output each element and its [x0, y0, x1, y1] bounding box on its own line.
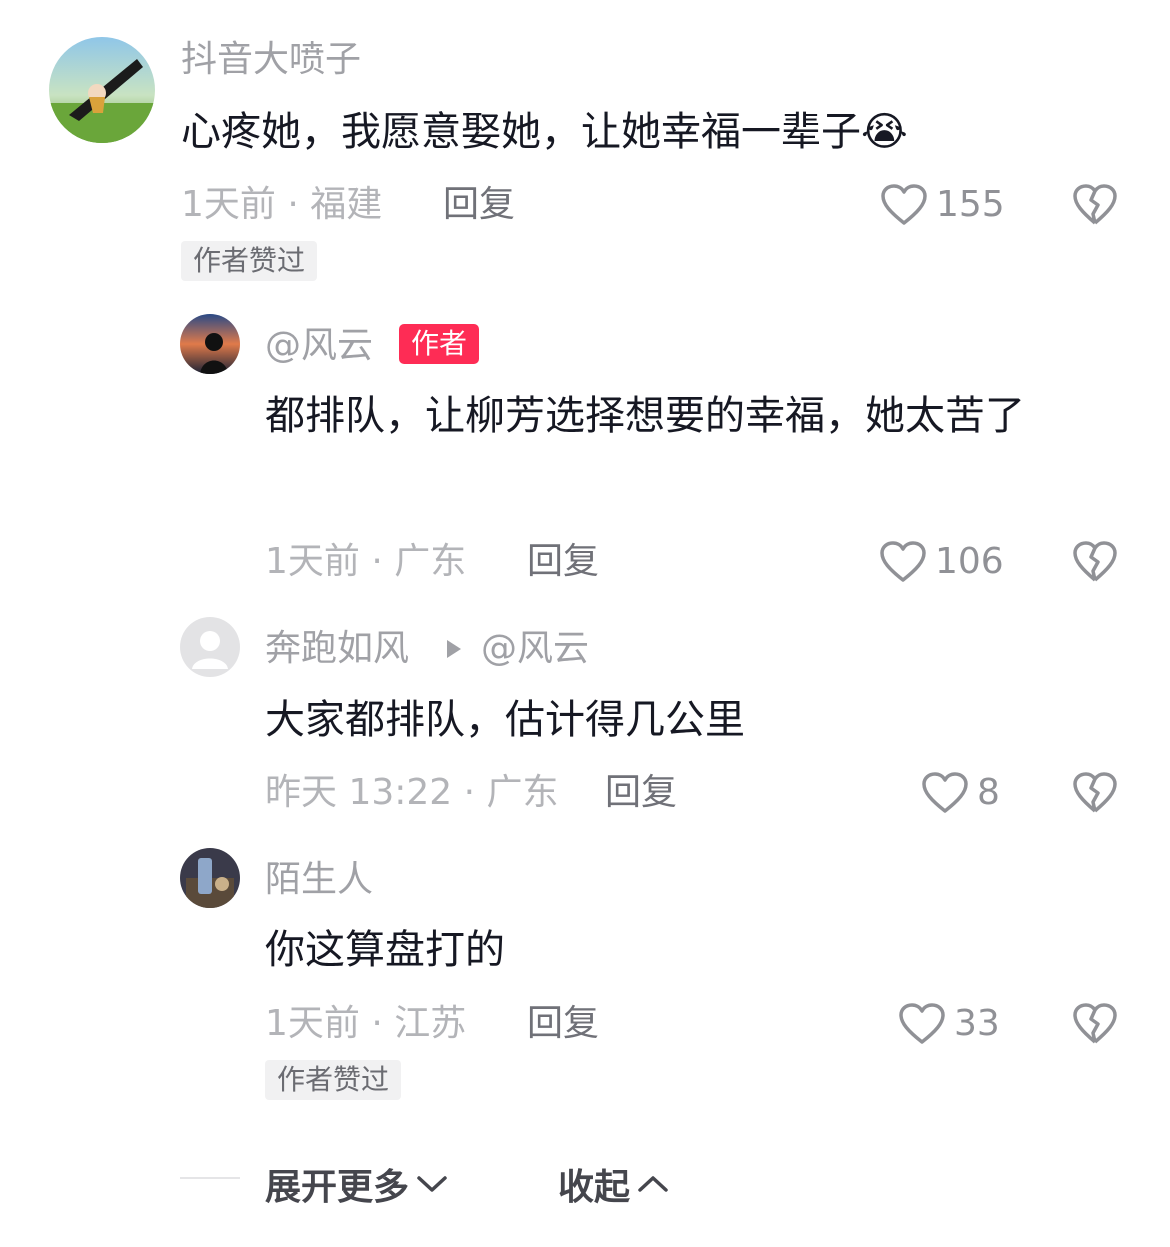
heart-icon — [899, 1003, 945, 1044]
like-count: 106 — [935, 541, 1004, 582]
avatar-image — [180, 848, 240, 908]
dislike-button[interactable] — [1072, 771, 1118, 815]
time-location: 1天前 · 江苏 — [265, 1003, 467, 1044]
dislike-button[interactable] — [1072, 183, 1118, 227]
username[interactable]: 陌生人 — [265, 862, 373, 898]
username[interactable]: @风云 — [265, 328, 373, 364]
avatar-image — [49, 37, 155, 143]
comment-text: 都排队，让柳芳选择想要的幸福，她太苦了 — [265, 393, 1025, 439]
time-location: 1天前 · 福建 — [181, 184, 383, 225]
username[interactable]: 抖音大喷子 — [181, 42, 361, 78]
dislike-button[interactable] — [1072, 1002, 1118, 1046]
chevron-down-icon — [417, 1176, 447, 1192]
dislike-button[interactable] — [1072, 540, 1118, 584]
avatar[interactable] — [49, 37, 155, 143]
comment-text: 你这算盘打的 — [265, 927, 505, 973]
like-button[interactable]: 106 — [879, 540, 1004, 584]
avatar-image — [180, 314, 240, 374]
heart-icon — [880, 541, 926, 582]
like-button[interactable]: 8 — [921, 771, 1000, 815]
author-tag: 作者 — [399, 324, 480, 364]
author-liked-badge: 作者赞过 — [265, 1060, 402, 1100]
collapse-label: 收起 — [558, 1167, 631, 1208]
divider-line — [180, 1177, 240, 1179]
time-location: 1天前 · 广东 — [265, 541, 467, 582]
comment-body: 心疼她，我愿意娶她，让她幸福一辈子 — [181, 109, 861, 155]
like-button[interactable]: 155 — [880, 183, 1005, 227]
like-count: 155 — [936, 184, 1005, 225]
like-count: 33 — [954, 1003, 1000, 1044]
reply-button[interactable]: 回复 — [527, 544, 599, 580]
avatar[interactable] — [180, 314, 240, 374]
heart-icon — [881, 184, 927, 225]
time-location: 昨天 13:22 · 广东 — [265, 772, 559, 813]
broken-heart-icon — [1073, 1003, 1117, 1044]
like-button[interactable]: 33 — [898, 1002, 1000, 1046]
expand-more-button[interactable]: 展开更多 — [265, 1158, 449, 1210]
reply-to-user[interactable]: @风云 — [481, 631, 589, 667]
broken-heart-icon — [1073, 541, 1117, 582]
reply-button[interactable]: 回复 — [443, 187, 515, 223]
reply-button[interactable]: 回复 — [527, 1006, 599, 1042]
reply-button[interactable]: 回复 — [605, 775, 677, 811]
comment-text: 大家都排队，估计得几公里 — [265, 697, 745, 743]
chevron-up-icon — [638, 1176, 668, 1192]
crying-emoji-icon: 😭 — [861, 109, 908, 155]
author-liked-badge: 作者赞过 — [181, 241, 318, 281]
comment-text: 心疼她，我愿意娶她，让她幸福一辈子😭 — [181, 96, 1081, 168]
expand-more-label: 展开更多 — [265, 1167, 410, 1208]
avatar[interactable] — [180, 617, 240, 677]
collapse-button[interactable]: 收起 — [558, 1158, 670, 1210]
broken-heart-icon — [1073, 184, 1117, 225]
reply-arrow-icon — [445, 638, 463, 664]
heart-icon — [922, 772, 968, 813]
broken-heart-icon — [1073, 772, 1117, 813]
default-avatar-icon — [180, 617, 240, 677]
like-count: 8 — [977, 772, 1000, 813]
username[interactable]: 奔跑如风 — [265, 631, 409, 667]
avatar[interactable] — [180, 848, 240, 908]
